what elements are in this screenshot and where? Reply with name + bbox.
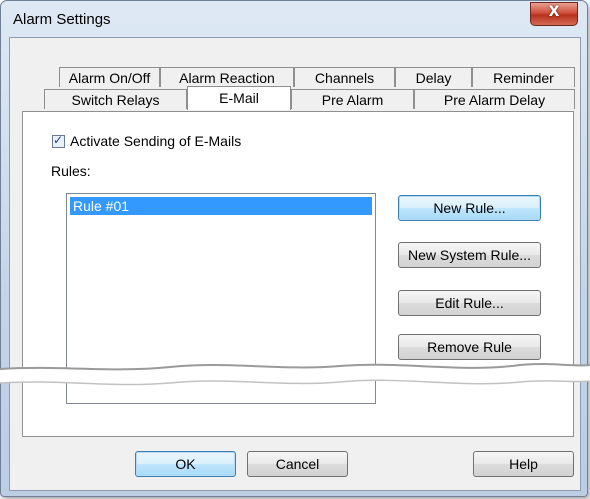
close-icon: X [548, 4, 560, 20]
title-bar[interactable]: Alarm Settings X [1, 1, 587, 37]
tab-reminder[interactable]: Reminder [472, 67, 575, 87]
new-system-rule-button[interactable]: New System Rule... [398, 242, 541, 268]
torn-edge-decoration [0, 363, 590, 386]
help-button[interactable]: Help [473, 451, 574, 477]
tab-channels[interactable]: Channels [294, 67, 395, 87]
tab-alarm-on-off[interactable]: Alarm On/Off [59, 67, 160, 87]
tab-delay[interactable]: Delay [395, 67, 472, 87]
activate-email-label[interactable]: Activate Sending of E-Mails [70, 133, 241, 149]
tab-switch-relays[interactable]: Switch Relays [44, 89, 187, 109]
tab-pre-alarm-delay[interactable]: Pre Alarm Delay [414, 89, 575, 109]
tab-pre-alarm[interactable]: Pre Alarm [291, 89, 414, 109]
cancel-button[interactable]: Cancel [247, 451, 348, 477]
window-title: Alarm Settings [13, 11, 111, 28]
new-rule-button[interactable]: New Rule... [398, 195, 541, 221]
tab-e-mail[interactable]: E-Mail [187, 86, 291, 110]
list-item-rule-01[interactable]: Rule #01 [70, 197, 372, 215]
edit-rule-button[interactable]: Edit Rule... [398, 290, 541, 316]
ok-button[interactable]: OK [135, 451, 236, 477]
checkmark-icon: ✓ [53, 133, 64, 147]
rules-label: Rules: [51, 163, 91, 179]
close-button[interactable]: X [530, 2, 578, 26]
tab-alarm-reaction[interactable]: Alarm Reaction [160, 67, 294, 87]
activate-email-checkbox[interactable]: ✓ [52, 133, 65, 148]
